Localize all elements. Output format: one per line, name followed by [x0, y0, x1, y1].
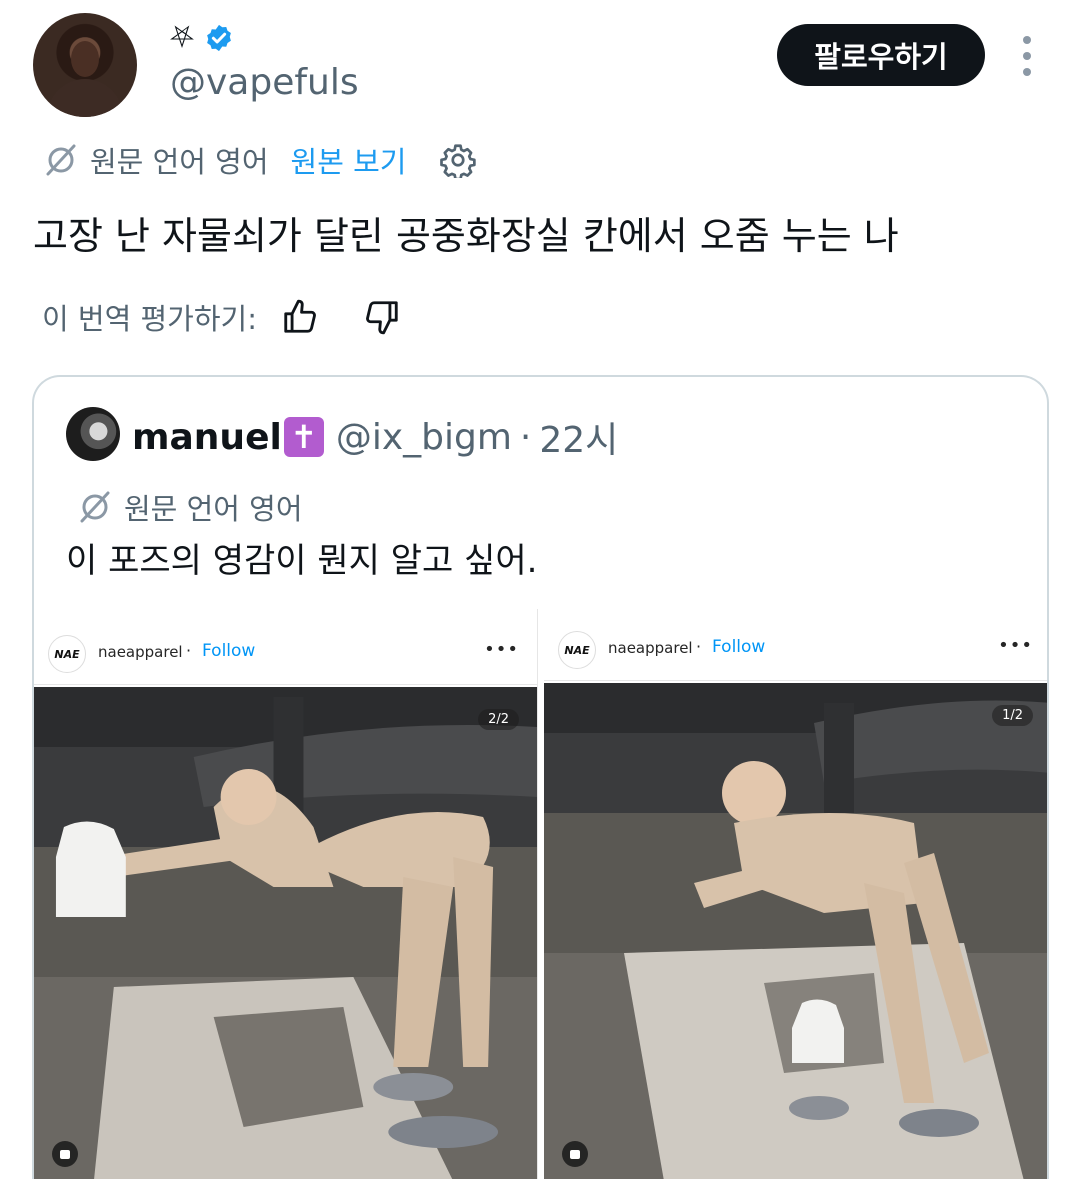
avatar-face — [71, 41, 99, 77]
show-original-link[interactable]: 원본 보기 — [291, 139, 407, 181]
instagram-post-header: NAE naeapparel · Follow ••• — [34, 625, 537, 685]
quoted-timestamp: 22시 — [539, 420, 619, 461]
tweet-text: 고장 난 자물쇠가 달린 공중화장실 칸에서 오줌 누는 나 — [33, 214, 899, 258]
author-avatar[interactable] — [33, 13, 137, 117]
instagram-follow-label: Follow — [202, 641, 256, 661]
follow-button[interactable]: 팔로우하기 — [777, 24, 985, 86]
quoted-translation-row: 원문 언어 영어 — [78, 487, 303, 527]
photo-woman-bending-with-handbag: 2/2 — [34, 687, 537, 1179]
separator-dot: · — [696, 637, 702, 656]
image-page-indicator: 1/2 — [992, 705, 1033, 726]
quoted-media-image-1[interactable]: NAE naeapparel · Follow ••• 2/2 — [34, 609, 538, 1179]
quoted-author-handle: @ix_bigm — [335, 416, 512, 458]
author-handle[interactable]: @vapefuls — [170, 62, 359, 103]
instagram-account-name: naeapparel — [608, 639, 693, 657]
quoted-author-name[interactable]: manuel — [132, 417, 282, 458]
instagram-more-icon: ••• — [998, 635, 1033, 656]
rate-translation-label: 이 번역 평가하기: — [42, 302, 257, 336]
translate-icon — [46, 144, 76, 176]
quoted-tweet-text: 이 포즈의 영감이 뭔지 알고 싶어. — [66, 541, 538, 581]
photo-woman-reaching-with-handbag: 1/2 — [544, 683, 1047, 1179]
instagram-account-name: naeapparel — [98, 643, 183, 661]
author-name[interactable]: ⛧ — [170, 20, 194, 56]
thumbs-down-icon[interactable] — [363, 298, 401, 336]
verified-badge-icon — [207, 24, 231, 52]
shopping-bag-icon — [52, 1141, 78, 1167]
quoted-original-language-label: 원문 언어 영어 — [124, 492, 303, 526]
quoted-tweet[interactable]: manuel ✝ @ix_bigm · 22시 원문 언어 영어 이 포즈의 영… — [32, 375, 1049, 1179]
quoted-author-avatar[interactable] — [66, 407, 120, 461]
latin-cross-emoji: ✝ — [283, 417, 324, 457]
separator-dot: · — [186, 641, 192, 660]
brand-logo: NAE — [558, 631, 596, 669]
avatar-figure — [47, 79, 123, 117]
image-page-indicator: 2/2 — [478, 709, 519, 730]
translate-icon — [80, 491, 110, 523]
instagram-post-header: NAE naeapparel · Follow ••• — [544, 621, 1047, 681]
rate-translation-row: 이 번역 평가하기: — [42, 295, 401, 339]
original-language-label: 원문 언어 영어 — [90, 145, 269, 179]
instagram-more-icon: ••• — [484, 639, 519, 660]
thumbs-up-icon[interactable] — [281, 298, 319, 336]
quoted-media-image-2[interactable]: NAE naeapparel · Follow ••• 1/2 — [544, 609, 1047, 1179]
more-options-icon[interactable] — [1017, 36, 1037, 76]
brand-logo: NAE — [48, 635, 86, 673]
shopping-bag-icon — [562, 1141, 588, 1167]
gear-icon[interactable] — [440, 142, 477, 178]
separator-dot: · — [519, 416, 532, 458]
author-name-row[interactable]: ⛧ — [170, 20, 234, 56]
instagram-follow-label: Follow — [712, 637, 766, 657]
translation-row: 원문 언어 영어 원본 보기 — [44, 139, 477, 181]
quoted-author-row: manuel ✝ @ix_bigm · 22시 — [132, 411, 618, 463]
